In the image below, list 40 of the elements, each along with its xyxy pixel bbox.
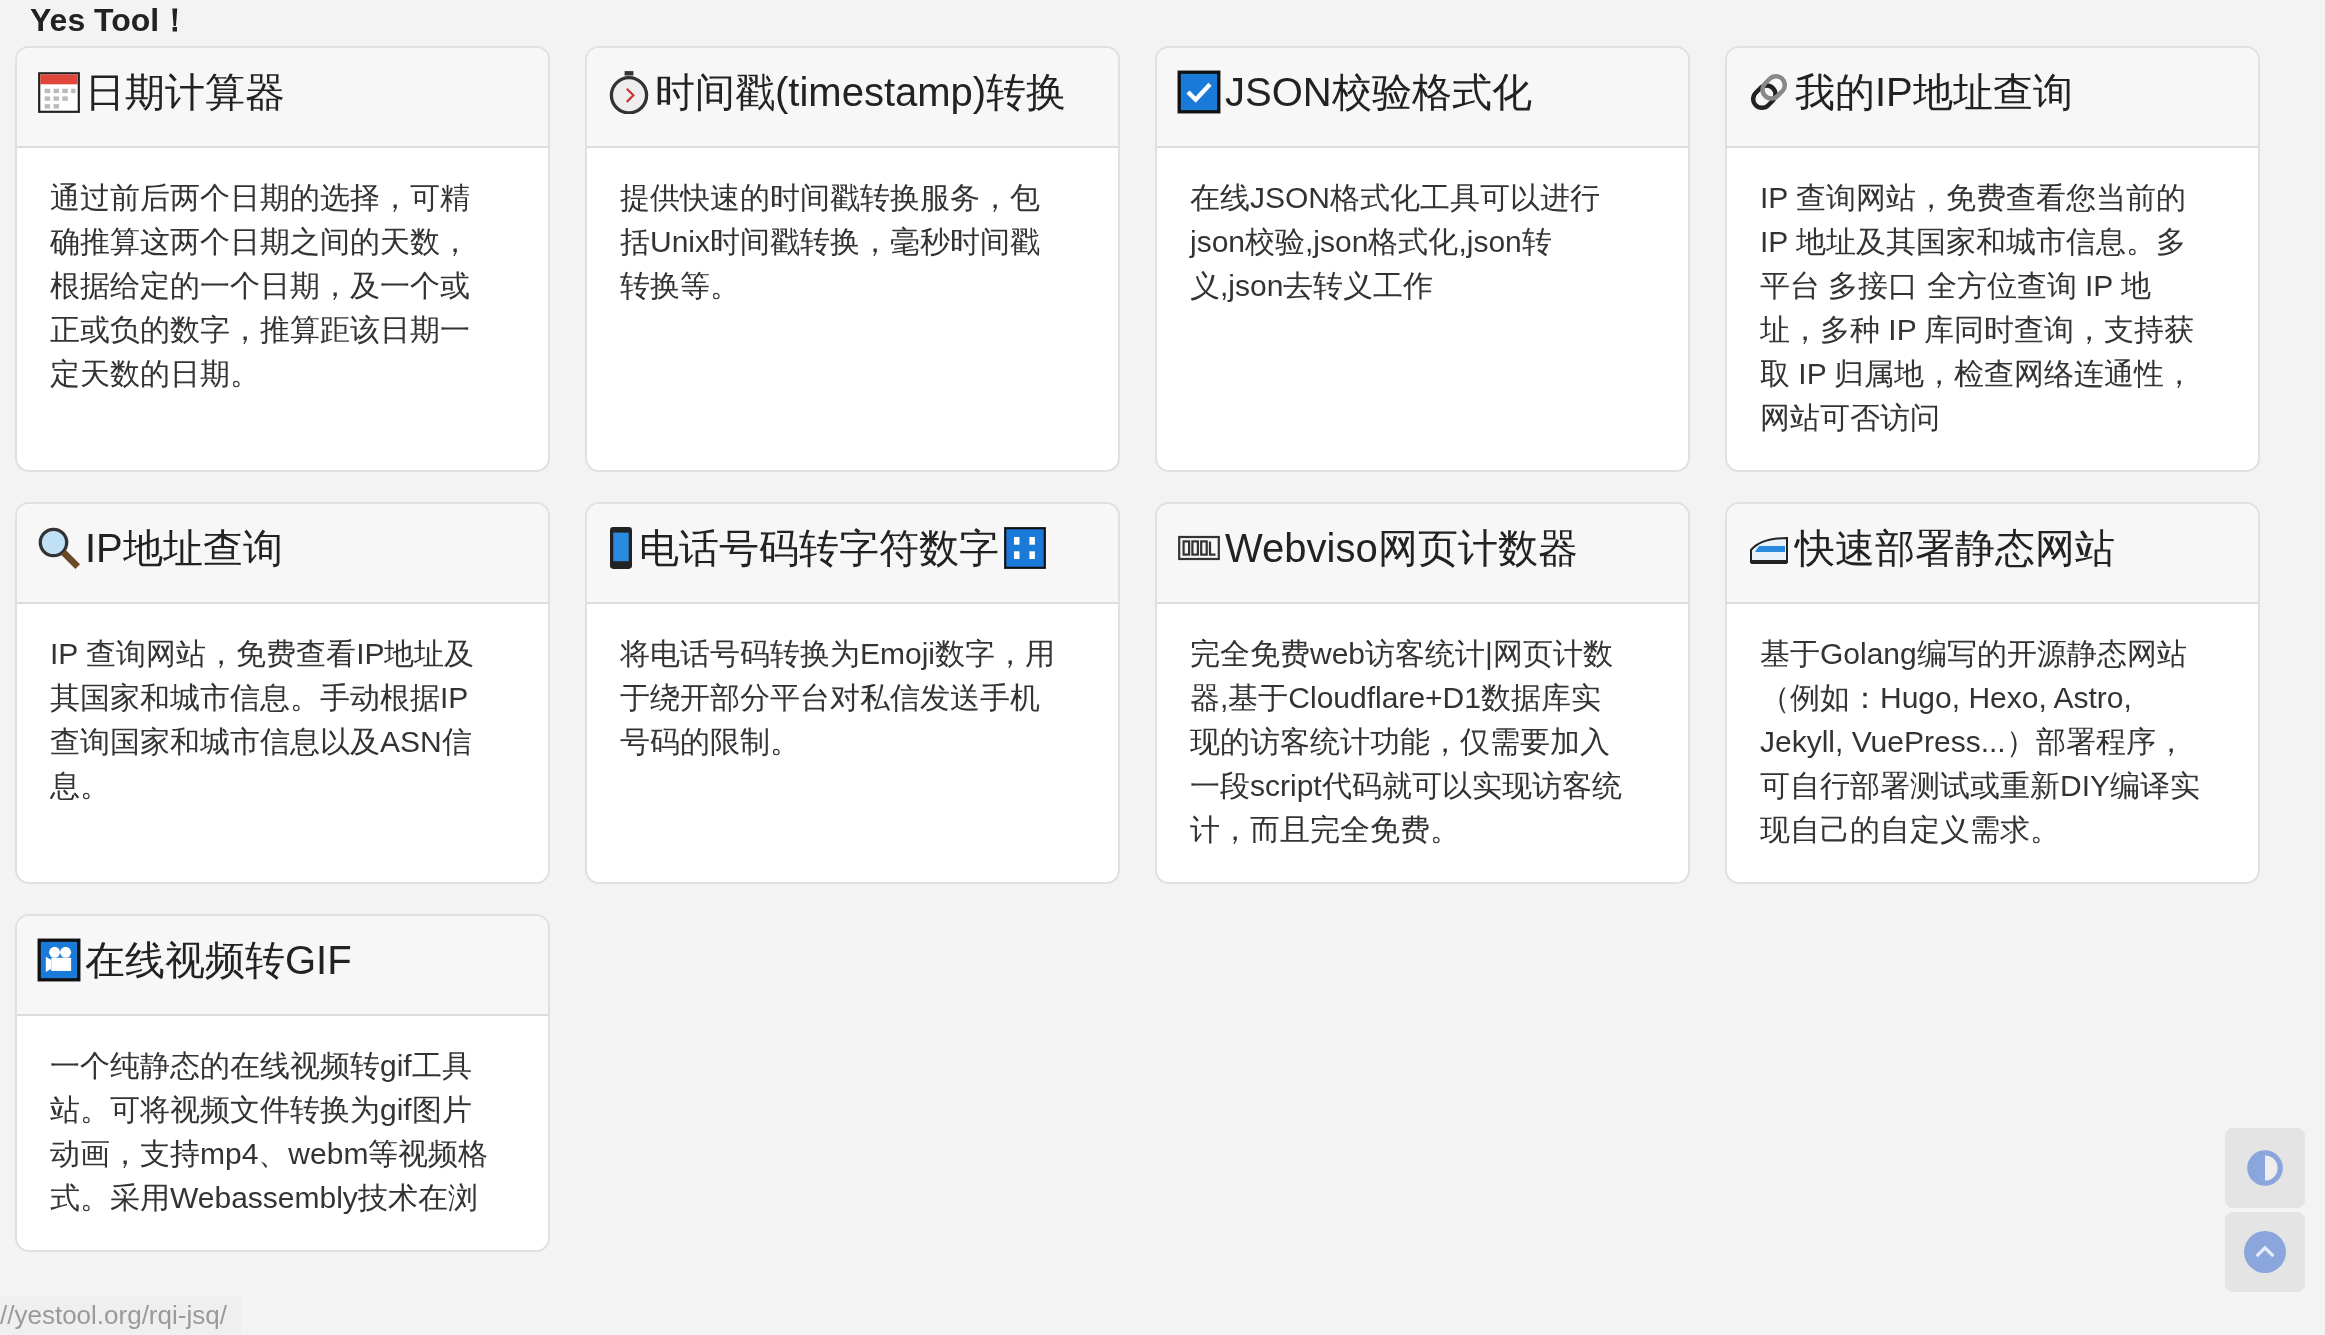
card-description: 提供快速的时间戳转换服务，包括Unix时间戳转换，毫秒时间戳转换等。	[620, 180, 1041, 304]
back-to-top-button[interactable]	[2225, 1212, 2305, 1292]
card-description: IP 查询网站，免费查看IP地址及其国家和城市信息。手动根据IP查询国家和城市信息以及ASN信息。	[50, 636, 476, 804]
card-title: 在线视频转GIF	[85, 937, 352, 984]
status-bar-url: //yestool.org/rqi-jsq/	[0, 1296, 241, 1335]
card-description: 基于Golang编写的开源静态网站（例如：Hugo, Hexo, Astro, Jekyll, VuePress...）部署程序，可自行部署测试或重新DIY编译实现自己的自定义需求。	[1760, 636, 2200, 848]
stopwatch-icon	[607, 70, 651, 114]
keypad-icon	[1003, 526, 1047, 570]
card-description: 一个纯静态的在线视频转gif工具站。可将视频文件转换为gif图片动画，支持mp4、webm等视频格式。采用Webassembly技术在浏	[50, 1048, 490, 1216]
checkbox-icon	[1177, 70, 1221, 114]
card-title: 我的IP地址查询	[1795, 69, 2073, 116]
card-title: 电话号码转字符数字	[639, 525, 999, 572]
movie-camera-icon	[37, 938, 81, 982]
tool-card[interactable]: 快速部署静态网站 基于Golang编写的开源静态网站（例如：Hugo, Hexo, Astro, Jekyll, VuePress...）部署程序，可自行部署测试或重新DIY编译实现自己的自定义需求。	[1725, 502, 2260, 884]
tool-card[interactable]: 我的IP地址查询 IP 查询网站，免费查看您当前的 IP 地址及其国家和城市信息。多平台 多接口 全方位查询 IP 地址，多种 IP 库同时查询，支持获取 IP 归属地，检查网络连通性，网站可否访问	[1725, 46, 2260, 472]
arrow-up-icon	[2244, 1231, 2286, 1273]
card-title: Webviso网页计数器	[1225, 525, 1578, 572]
page-title: Yes Tool！	[30, 1, 193, 40]
theme-toggle-button[interactable]	[2225, 1128, 2305, 1208]
tool-card[interactable]: 日期计算器 通过前后两个日期的选择，可精确推算这两个日期之间的天数，根据给定的一个日期，及一个或正或负的数字，推算距该日期一定天数的日期。	[15, 46, 550, 472]
card-description: 通过前后两个日期的选择，可精确推算这两个日期之间的天数，根据给定的一个日期，及一个或正或负的数字，推算距该日期一定天数的日期。	[50, 180, 471, 392]
card-title: 时间戳(timestamp)转换	[655, 69, 1067, 116]
card-title: 日期计算器	[85, 69, 285, 116]
tool-card[interactable]: Webviso网页计数器 完全免费web访客统计|网页计数器,基于Cloudflare+D1数据库实现的访客统计功能，仅需要加入一段script代码就可以实现访客统计，而且完全免费。	[1155, 502, 1690, 884]
tool-card[interactable]: JSON校验格式化 在线JSON格式化工具可以进行json校验,json格式化,json转义,json去转义工作	[1155, 46, 1690, 472]
tool-card[interactable]: IP地址查询 IP 查询网站，免费查看IP地址及其国家和城市信息。手动根据IP查询国家和城市信息以及ASN信息。	[15, 502, 550, 884]
card-title: IP地址查询	[85, 525, 283, 572]
calendar-icon	[37, 70, 81, 114]
card-description: 将电话号码转换为Emoji数字，用于绕开部分平台对私信发送手机号码的限制。	[620, 636, 1056, 760]
card-title: 快速部署静态网站	[1795, 525, 2115, 572]
card-description: IP 查询网站，免费查看您当前的 IP 地址及其国家和城市信息。多平台 多接口 全方位查询 IP 地址，多种 IP 库同时查询，支持获取 IP 归属地，检查网络连通性，网站可否访问	[1760, 180, 2196, 436]
card-description: 在线JSON格式化工具可以进行json校验,json格式化,json转义,json去转义工作	[1190, 180, 1601, 304]
search-icon	[37, 526, 81, 570]
tool-card[interactable]: 在线视频转GIF 一个纯静态的在线视频转gif工具站。可将视频文件转换为gif图片动画，支持mp4、webm等视频格式。采用Webassembly技术在浏	[15, 914, 550, 1252]
tool-card[interactable]: 电话号码转字符数字 将电话号码转换为Emoji数字，用于绕开部分平台对私信发送手机号码的限制。	[585, 502, 1120, 884]
tool-card[interactable]: 时间戳(timestamp)转换 提供快速的时间戳转换服务，包括Unix时间戳转换，毫秒时间戳转换等。	[585, 46, 1120, 472]
card-description: 完全免费web访客统计|网页计数器,基于Cloudflare+D1数据库实现的访客统计功能，仅需要加入一段script代码就可以实现访客统计，而且完全免费。	[1190, 636, 1623, 848]
card-title: JSON校验格式化	[1225, 69, 1532, 116]
phone-icon	[607, 526, 635, 570]
contrast-icon	[2244, 1147, 2286, 1189]
